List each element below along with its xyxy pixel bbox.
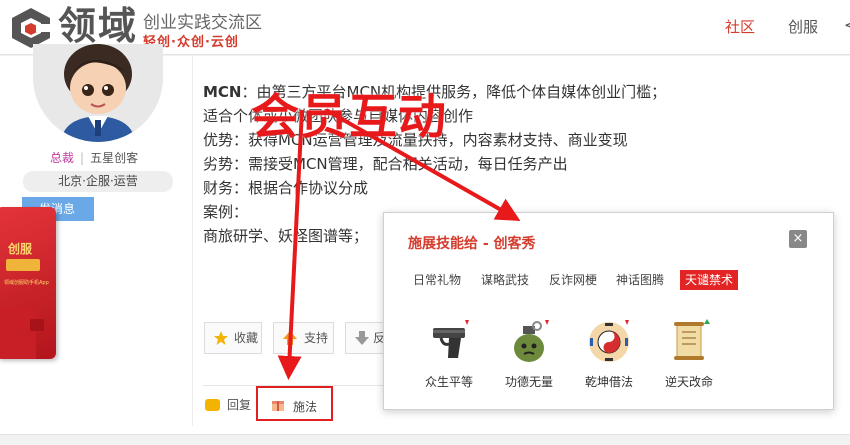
support-button[interactable]: 支持	[273, 322, 334, 354]
close-icon[interactable]: ×	[789, 230, 807, 248]
nav-community[interactable]: 社区	[725, 16, 755, 37]
pistol-icon	[433, 320, 469, 358]
tab-forbidden-arts[interactable]: 天谴禁术	[680, 270, 739, 290]
tab-mythology[interactable]: 神话图腾	[616, 270, 664, 290]
tab-daily-gifts[interactable]: 日常礼物	[413, 270, 461, 290]
booklet-flap	[30, 319, 44, 331]
oppose-button[interactable]: 反	[345, 322, 385, 354]
user-location: 北京·企服·运营	[23, 171, 173, 192]
popup-title: 施展技能给 - 创客秀	[408, 236, 536, 252]
skill-name: 逆天改命	[664, 375, 713, 389]
annotation-label: 会员互动	[251, 89, 448, 145]
arrow-down-icon	[355, 331, 369, 345]
grenade-icon	[514, 320, 549, 362]
booklet-subtitle: 领域创服助手机App	[4, 280, 49, 286]
skill-item-borrow[interactable]: 乾坤借法	[569, 318, 649, 389]
page-bottom-band	[0, 434, 850, 445]
post-line-4: 劣势：需接受MCN管理，配合相关活动，每日任务产出	[203, 155, 568, 173]
skill-name: 众生平等	[424, 375, 473, 389]
cast-spell-button[interactable]: 施法	[256, 386, 333, 421]
user-roles: 总裁 | 五星创客	[50, 149, 138, 166]
booklet-title: 创服	[8, 242, 33, 256]
column-divider	[192, 56, 193, 426]
cast-spell-label: 施法	[293, 400, 318, 414]
role-level: 五星创客	[90, 151, 139, 165]
bagua-icon	[589, 320, 629, 362]
nav-chuangfu[interactable]: 创服	[788, 16, 818, 37]
nav-more[interactable]: <	[844, 16, 850, 34]
skill-name: 功德无量	[504, 375, 553, 389]
booklet-band	[6, 259, 40, 271]
star-icon	[214, 331, 228, 345]
reply-label: 回复	[227, 398, 252, 412]
tab-strategy[interactable]: 谋略武技	[481, 270, 529, 290]
role-separator: |	[80, 151, 85, 165]
skill-item-merit[interactable]: 功德无量	[489, 318, 569, 389]
skill-popup: 施展技能给 - 创客秀 × 日常礼物 谋略武技 反诈网梗 神话图腾 天谴禁术 众…	[383, 212, 834, 410]
arrow-up-icon	[283, 331, 297, 345]
skill-item-fate[interactable]: 逆天改命	[649, 318, 729, 389]
skill-name: 乾坤借法	[584, 375, 633, 389]
post-line-5: 财务：根据合作协议分成	[203, 179, 369, 197]
logo-name[interactable]: 领域	[58, 3, 138, 49]
scroll-icon	[674, 319, 710, 360]
reply-icon	[205, 399, 220, 411]
skill-item-equality[interactable]: 众生平等	[409, 318, 489, 389]
post-keyword: MCN	[203, 83, 242, 101]
support-label: 支持	[304, 331, 329, 345]
booklet-pocket	[0, 307, 36, 359]
favorite-button[interactable]: 收藏	[204, 322, 262, 354]
role-admin[interactable]: 总裁	[50, 151, 74, 165]
favorite-label: 收藏	[234, 331, 259, 345]
tab-anti-fraud[interactable]: 反诈网梗	[549, 270, 597, 290]
logo-tagline: 创业实践交流区	[143, 13, 262, 33]
reply-button[interactable]: 回复	[205, 396, 251, 413]
app-promo-booklet[interactable]: 创服 领域创服助手机App	[0, 207, 56, 359]
gift-icon	[272, 401, 284, 411]
